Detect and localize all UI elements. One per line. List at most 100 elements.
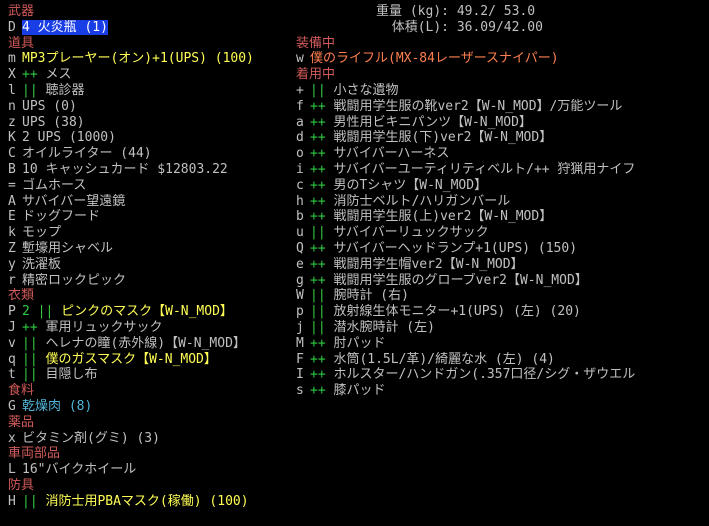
category-header: 薬品 xyxy=(8,414,35,430)
item-name: 小さな遺物 xyxy=(333,82,399,98)
inventory-item[interactable]: r 精密ロックピック xyxy=(8,273,293,289)
item-key: n xyxy=(8,98,16,114)
item-key: l xyxy=(8,82,16,98)
inventory-item[interactable]: k モップ xyxy=(8,225,293,241)
item-name: 軍用リュックサック xyxy=(45,319,163,335)
inventory-item[interactable]: l || 聴診器 xyxy=(8,83,293,99)
item-name: 目隠し布 xyxy=(45,367,98,383)
category-header: 装備中 xyxy=(296,35,336,51)
inventory-item[interactable]: s ++ 膝パッド xyxy=(296,383,709,399)
item-key: f xyxy=(296,98,304,114)
inventory-item[interactable]: H || 消防士用PBAマスク(稼働) (100) xyxy=(8,494,293,510)
inventory-item[interactable]: I ++ ホルスター/ハンドガン(.357口径/シグ・ザウエル xyxy=(296,367,709,383)
item-condition-mark: ++ xyxy=(22,67,38,83)
inventory-item[interactable]: P 2 || ピンクのマスク【W-N_MOD】 xyxy=(8,304,293,320)
inventory-item[interactable]: o ++ サバイバーハーネス xyxy=(296,146,709,162)
inventory-item[interactable]: Z 塹壕用シャベル xyxy=(8,241,293,257)
item-key: j xyxy=(296,319,304,335)
inventory-item[interactable]: m MP3プレーヤー(オン)+1(UPS) (100) xyxy=(8,51,293,67)
inventory-item[interactable]: C オイルライター (44) xyxy=(8,146,293,162)
item-condition-mark: ++ xyxy=(310,256,326,272)
inventory-item[interactable]: f ++ 戦闘用学生服の靴ver2【W-N_MOD】/万能ツール xyxy=(296,99,709,115)
item-name: ビタミン剤(グミ) (3) xyxy=(22,430,160,446)
item-name: サバイバーユーティリティベルト/++ 狩猟用ナイフ xyxy=(333,161,636,177)
volume-stat: 体積(L): 36.09/42.00 xyxy=(296,20,709,36)
inventory-item[interactable]: i ++ サバイバーユーティリティベルト/++ 狩猟用ナイフ xyxy=(296,162,709,178)
inventory-item[interactable]: b ++ 戦闘用学生服(上)ver2【W-N_MOD】 xyxy=(296,209,709,225)
inventory-item[interactable]: A サバイバー望遠鏡 xyxy=(8,194,293,210)
item-condition-mark: ++ xyxy=(310,383,326,399)
inventory-item[interactable]: M ++ 肘パッド xyxy=(296,336,709,352)
inventory-item[interactable]: a ++ 男性用ビキニパンツ【W-N_MOD】 xyxy=(296,115,709,131)
item-key: q xyxy=(8,351,16,367)
category-header: 武器 xyxy=(8,4,35,19)
item-condition-mark: ++ xyxy=(310,98,326,114)
inventory-item[interactable]: t || 目隠し布 xyxy=(8,367,293,383)
item-key: Z xyxy=(8,240,16,256)
item-condition-mark: ++ xyxy=(310,146,326,162)
item-key: e xyxy=(296,256,304,272)
item-key: c xyxy=(296,177,304,193)
item-condition-mark: ++ xyxy=(310,177,326,193)
item-condition-mark: 2 || xyxy=(22,304,54,320)
item-condition-mark: ++ xyxy=(310,335,326,351)
inventory-item[interactable]: n UPS (0) xyxy=(8,99,293,115)
inventory-item[interactable]: z UPS (38) xyxy=(8,115,293,131)
item-name: ピンクのマスク xyxy=(61,304,153,320)
item-name: 2 UPS (1000) xyxy=(22,130,116,146)
item-condition-mark: || xyxy=(310,288,326,304)
item-name: 聴診器 xyxy=(45,82,85,98)
inventory-item[interactable]: x ビタミン剤(グミ) (3) xyxy=(8,431,293,447)
inventory-item[interactable]: D 4 火炎瓶 (1) xyxy=(8,19,293,36)
item-name: MP3プレーヤー(オン)+1(UPS) (100) xyxy=(22,51,254,67)
item-name: ドッグフード xyxy=(22,209,101,225)
inventory-item[interactable]: e ++ 戦闘用学生帽ver2【W-N_MOD】 xyxy=(296,257,709,273)
inventory-item[interactable]: + || 小さな遺物 xyxy=(296,83,709,99)
item-name: ヘレナの瞳(赤外線) xyxy=(45,335,166,351)
item-key: w xyxy=(296,51,304,67)
item-key: A xyxy=(8,193,16,209)
volume-label: 体積(L): xyxy=(391,19,449,35)
inventory-item[interactable]: v || ヘレナの瞳(赤外線)【W-N_MOD】 xyxy=(8,336,293,352)
inventory-item[interactable]: L 16"バイクホイール xyxy=(8,462,293,478)
item-condition-mark: ++ xyxy=(22,319,38,335)
inventory-item[interactable]: j || 潜水腕時計 (左) xyxy=(296,320,709,336)
inventory-item[interactable]: p || 放射線生体モニター+1(UPS) (左) (20) xyxy=(296,304,709,320)
item-key: E xyxy=(8,209,16,225)
inventory-item[interactable]: d ++ 戦闘用学生服(下)ver2【W-N_MOD】 xyxy=(296,130,709,146)
item-key: m xyxy=(8,51,16,67)
item-condition-mark: || xyxy=(22,335,38,351)
inventory-item[interactable]: E ドッグフード xyxy=(8,209,293,225)
item-key: z xyxy=(8,114,16,130)
inventory-item[interactable]: g ++ 戦闘用学生服のグローブver2【W-N_MOD】 xyxy=(296,273,709,289)
inventory-item[interactable]: X ++ メス xyxy=(8,67,293,83)
inventory-item[interactable]: G 乾燥肉 (8) xyxy=(8,399,293,415)
inventory-item[interactable]: h ++ 消防士ベルト/ハリガンバール xyxy=(296,194,709,210)
inventory-item[interactable]: = ゴムホース xyxy=(8,178,293,194)
inventory-item[interactable]: W || 腕時計 (右) xyxy=(296,288,709,304)
weight-stat: 重量 (kg): 49.2/ 53.0 xyxy=(296,4,709,20)
item-name: 乾燥肉 (8) xyxy=(22,398,93,414)
item-name: 洗濯板 xyxy=(22,256,62,272)
item-name: UPS (0) xyxy=(22,98,77,114)
item-name: 水筒(1.5L/革)/綺麗な水 (左) (4) xyxy=(333,351,555,367)
item-name: 塹壕用シャベル xyxy=(22,240,114,256)
inventory-item[interactable]: y 洗濯板 xyxy=(8,257,293,273)
inventory-item[interactable]: u || サバイバーリュックサック xyxy=(296,225,709,241)
inventory-item[interactable]: F ++ 水筒(1.5L/革)/綺麗な水 (左) (4) xyxy=(296,352,709,368)
item-name: 肘パッド xyxy=(333,335,386,351)
inventory-item[interactable]: c ++ 男のTシャツ【W-N_MOD】 xyxy=(296,178,709,194)
item-key: b xyxy=(296,209,304,225)
inventory-item[interactable]: K 2 UPS (1000) xyxy=(8,130,293,146)
equipment-panel: 重量 (kg): 49.2/ 53.0 体積(L): 36.09/42.00 装… xyxy=(296,4,709,399)
item-name: サバイバー望遠鏡 xyxy=(22,193,126,209)
inventory-item[interactable]: J ++ 軍用リュックサック xyxy=(8,320,293,336)
inventory-item[interactable]: Q ++ サバイバーヘッドランプ+1(UPS) (150) xyxy=(296,241,709,257)
category-header: 車両部品 xyxy=(8,446,61,462)
inventory-item[interactable]: B 10 キャッシュカード $12803.22 xyxy=(8,162,293,178)
item-key: F xyxy=(296,351,304,367)
inventory-item[interactable]: q || 僕のガスマスク【W-N_MOD】 xyxy=(8,352,293,368)
item-mod-tag: 【W-N_MOD】 xyxy=(152,304,233,320)
inventory-item[interactable]: w 僕のライフル(MX-84レーザースナイパー) xyxy=(296,51,709,67)
item-key: u xyxy=(296,225,304,241)
